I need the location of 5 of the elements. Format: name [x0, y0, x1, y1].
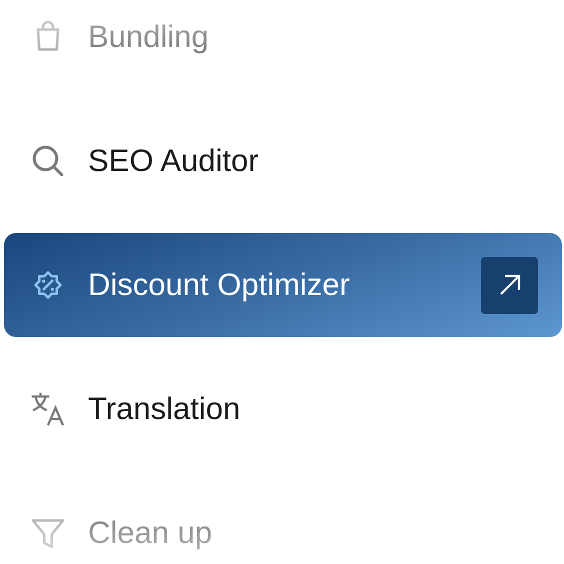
menu-item[interactable]: Translation [4, 357, 562, 461]
open-external-button[interactable] [481, 256, 538, 314]
menu-item[interactable]: Discount Optimizer [4, 233, 562, 337]
menu-item[interactable]: Bundling [4, 0, 562, 89]
menu-item[interactable]: SEO Auditor [4, 109, 562, 213]
